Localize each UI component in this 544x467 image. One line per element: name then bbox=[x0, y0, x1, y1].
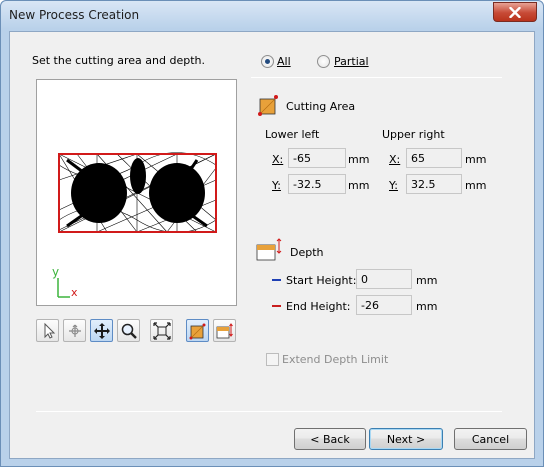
end-height-swatch bbox=[272, 305, 281, 307]
back-button[interactable]: < Back bbox=[294, 428, 366, 450]
partial-radio-label[interactable]: Partial bbox=[334, 55, 369, 68]
upper-right-y-label: Y: bbox=[389, 179, 398, 192]
magnifier-icon bbox=[121, 323, 137, 339]
zoom-tool-button[interactable] bbox=[117, 319, 140, 342]
move-arrows-icon bbox=[93, 322, 110, 339]
extend-depth-limit-checkbox[interactable] bbox=[266, 353, 279, 366]
toolpath-preview: y x bbox=[52, 152, 217, 299]
partial-radio[interactable] bbox=[317, 55, 330, 68]
dense-region-left bbox=[71, 163, 127, 223]
lower-left-x-label-text: X: bbox=[272, 153, 284, 166]
rotate-icon bbox=[68, 324, 81, 337]
upper-right-label: Upper right bbox=[382, 128, 445, 141]
dense-region-center bbox=[130, 158, 146, 194]
instructions-text: Set the cutting area and depth. bbox=[32, 54, 205, 67]
lower-left-x-field[interactable]: -65 bbox=[288, 148, 346, 168]
all-label-text: All bbox=[277, 55, 291, 68]
arrow-cursor-icon bbox=[44, 322, 55, 339]
lower-left-x-unit: mm bbox=[348, 153, 370, 166]
y-axis-label: y bbox=[52, 265, 59, 279]
all-radio[interactable] bbox=[261, 55, 274, 68]
end-height-field[interactable]: -26 bbox=[356, 295, 412, 315]
close-button[interactable] bbox=[493, 2, 537, 22]
rotate-tool-button[interactable] bbox=[63, 319, 86, 342]
start-height-swatch bbox=[272, 279, 281, 281]
fit-tool-button[interactable] bbox=[150, 319, 173, 342]
separator-top bbox=[251, 77, 502, 78]
window-title: New Process Creation bbox=[9, 8, 140, 22]
lower-left-label: Lower left bbox=[265, 128, 320, 141]
pan-tool-button[interactable] bbox=[90, 319, 113, 342]
separator-bottom bbox=[36, 411, 502, 412]
upper-right-y-unit: mm bbox=[465, 179, 487, 192]
select-tool-button[interactable] bbox=[36, 319, 59, 342]
upper-right-x-label-text: X: bbox=[389, 153, 401, 166]
end-height-label: End Height: bbox=[286, 300, 351, 313]
lower-left-x-label: X: bbox=[272, 153, 283, 166]
upper-right-y-label-text: Y: bbox=[389, 179, 398, 192]
preview-canvas[interactable]: y x bbox=[36, 79, 237, 306]
lower-left-y-label: Y: bbox=[272, 179, 281, 192]
cutting-area-icon bbox=[258, 95, 278, 116]
cutting-area-tool-button[interactable] bbox=[186, 319, 209, 342]
lower-left-y-label-text: Y: bbox=[272, 179, 281, 192]
cancel-button[interactable]: Cancel bbox=[454, 428, 527, 450]
start-height-field[interactable]: 0 bbox=[356, 269, 412, 289]
lower-left-y-unit: mm bbox=[348, 179, 370, 192]
upper-right-y-field[interactable]: 32.5 bbox=[406, 174, 462, 194]
start-height-label: Start Height: bbox=[286, 274, 357, 287]
title-bar[interactable]: New Process Creation bbox=[1, 1, 543, 29]
cutting-area-heading: Cutting Area bbox=[286, 100, 356, 113]
next-button[interactable]: Next > bbox=[369, 428, 443, 450]
upper-right-x-unit: mm bbox=[465, 153, 487, 166]
extend-depth-limit-label: Extend Depth Limit bbox=[282, 353, 389, 366]
upper-right-x-label: X: bbox=[389, 153, 400, 166]
depth-icon bbox=[256, 238, 282, 261]
depth-heading: Depth bbox=[290, 246, 324, 259]
end-height-unit: mm bbox=[416, 300, 438, 313]
fit-view-icon bbox=[152, 321, 171, 340]
partial-label-text: Partial bbox=[334, 55, 369, 68]
upper-right-x-field[interactable]: 65 bbox=[406, 148, 462, 168]
dense-region-right bbox=[149, 163, 205, 223]
cutting-area-icon bbox=[189, 323, 205, 339]
dialog-client: Set the cutting area and depth. y x All … bbox=[9, 31, 535, 459]
dialog-window: New Process Creation Set the cutting are… bbox=[0, 0, 544, 467]
close-icon bbox=[509, 6, 521, 18]
start-height-unit: mm bbox=[416, 274, 438, 287]
depth-icon bbox=[216, 322, 233, 338]
depth-tool-button[interactable] bbox=[213, 319, 236, 342]
all-radio-label[interactable]: All bbox=[277, 55, 291, 68]
x-axis-label: x bbox=[71, 286, 78, 299]
lower-left-y-field[interactable]: -32.5 bbox=[288, 174, 346, 194]
